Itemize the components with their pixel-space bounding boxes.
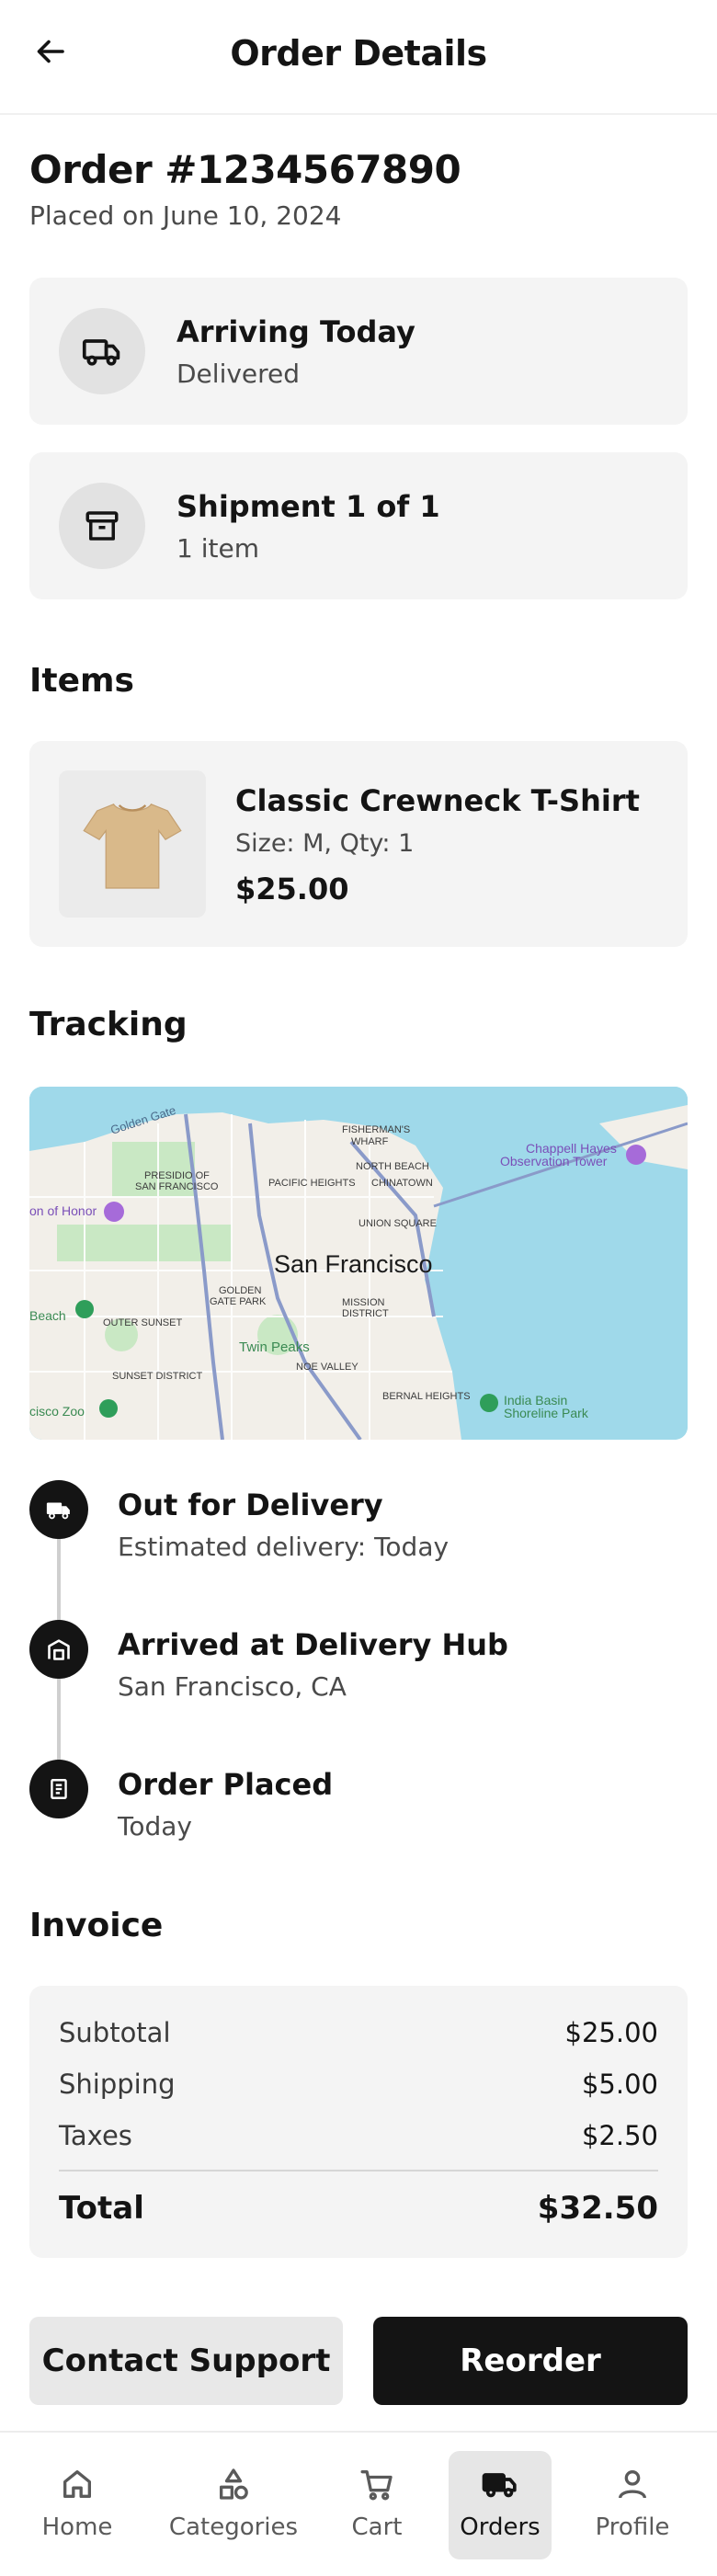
timeline-event-subtitle: Estimated delivery: Today — [118, 1532, 450, 1562]
svg-text:Observation Tower: Observation Tower — [500, 1154, 608, 1168]
product-name: Classic Crewneck T-Shirt — [235, 783, 640, 818]
invoice-card: Subtotal $25.00 Shipping $5.00 Taxes $2.… — [29, 1986, 688, 2258]
invoice-total-label: Total — [59, 2190, 144, 2227]
invoice-label: Taxes — [59, 2120, 132, 2151]
order-item-card[interactable]: Classic Crewneck T-Shirt Size: M, Qty: 1… — [29, 741, 688, 947]
svg-text:BERNAL HEIGHTS: BERNAL HEIGHTS — [382, 1391, 471, 1402]
nav-item-home[interactable]: Home — [26, 2451, 129, 2559]
svg-text:on of Honor: on of Honor — [29, 1203, 97, 1218]
invoice-section-title: Invoice — [29, 1907, 164, 1944]
timeline-dot — [29, 1620, 88, 1679]
map-graphic: Golden Gate FISHERMAN'SWHARF NORTH BEACH… — [29, 1087, 688, 1440]
shipment-subtitle: 1 item — [176, 533, 259, 564]
nav-label-profile: Profile — [595, 2513, 670, 2541]
profile-icon — [619, 2470, 646, 2499]
svg-text:CHINATOWN: CHINATOWN — [371, 1178, 433, 1189]
svg-text:Beach: Beach — [29, 1308, 66, 1323]
svg-text:GOLDEN: GOLDEN — [219, 1285, 262, 1296]
order-date: Placed on June 10, 2024 — [29, 200, 342, 231]
shipment-card: Shipment 1 of 1 1 item — [29, 452, 688, 599]
map-city-label: San Francisco — [274, 1250, 433, 1278]
delivery-status-subtitle: Delivered — [176, 359, 301, 389]
categories-icon — [220, 2468, 248, 2500]
nav-item-profile[interactable]: Profile — [581, 2451, 684, 2559]
reorder-button[interactable]: Reorder — [373, 2317, 688, 2405]
nav-label-categories: Categories — [168, 2513, 299, 2541]
nav-item-categories[interactable]: Categories — [169, 2451, 298, 2559]
svg-text:UNION SQUARE: UNION SQUARE — [358, 1218, 437, 1229]
home-icon — [63, 2470, 92, 2498]
invoice-value: $2.50 — [581, 2120, 658, 2151]
svg-text:SUNSET DISTRICT: SUNSET DISTRICT — [112, 1371, 202, 1382]
app-header: Order Details — [0, 0, 717, 115]
truck-icon — [46, 1502, 70, 1520]
delivery-status-title: Arriving Today — [176, 314, 415, 349]
svg-text:OUTER SUNSET: OUTER SUNSET — [103, 1317, 182, 1328]
svg-text:MISSION: MISSION — [342, 1297, 385, 1308]
archive-box-icon — [85, 511, 119, 541]
page-title: Order Details — [230, 33, 487, 74]
truck-icon-badge — [59, 308, 145, 394]
svg-text:GATE PARK: GATE PARK — [210, 1296, 267, 1307]
svg-text:NORTH BEACH: NORTH BEACH — [356, 1161, 429, 1172]
nav-label-home: Home — [41, 2513, 113, 2541]
timeline-dot — [29, 1480, 88, 1539]
timeline-dot — [29, 1760, 88, 1818]
svg-text:WHARF: WHARF — [351, 1136, 389, 1147]
timeline-connector — [57, 1677, 61, 1765]
invoice-row-subtotal: Subtotal $25.00 — [59, 2017, 658, 2048]
invoice-total-row: Total $32.50 — [59, 2190, 658, 2227]
invoice-label: Subtotal — [59, 2017, 171, 2048]
product-price: $25.00 — [235, 872, 349, 906]
nav-item-orders[interactable]: Orders — [449, 2451, 552, 2559]
items-section-title: Items — [29, 662, 134, 700]
receipt-icon — [51, 1779, 67, 1799]
svg-text:FISHERMAN'S: FISHERMAN'S — [342, 1124, 410, 1135]
contact-support-button[interactable]: Contact Support — [29, 2317, 343, 2405]
warehouse-icon — [48, 1639, 70, 1660]
bottom-navigation: Home Categories Cart Orders Profile — [0, 2431, 717, 2576]
tracking-section-title: Tracking — [29, 1006, 188, 1043]
invoice-row-shipping: Shipping $5.00 — [59, 2069, 658, 2100]
timeline-event-subtitle: San Francisco, CA — [118, 1671, 347, 1702]
invoice-row-taxes: Taxes $2.50 — [59, 2120, 658, 2151]
svg-text:DISTRICT: DISTRICT — [342, 1308, 389, 1319]
delivery-status-card: Arriving Today Delivered — [29, 278, 688, 425]
nav-item-cart[interactable]: Cart — [325, 2451, 428, 2559]
nav-label-orders: Orders — [460, 2513, 541, 2541]
tracking-map[interactable]: Golden Gate FISHERMAN'S WHARF NORTH BEACH… — [29, 1087, 688, 1440]
svg-text:NOE VALLEY: NOE VALLEY — [296, 1362, 358, 1373]
svg-text:Twin Peaks: Twin Peaks — [239, 1339, 310, 1355]
svg-text:cisco Zoo: cisco Zoo — [29, 1404, 85, 1419]
archive-icon-badge — [59, 483, 145, 569]
nav-label-cart: Cart — [351, 2513, 403, 2541]
invoice-total-value: $32.50 — [537, 2190, 658, 2227]
invoice-value: $25.00 — [564, 2017, 658, 2048]
svg-text:Shoreline Park: Shoreline Park — [504, 1406, 589, 1420]
order-number: Order #1234567890 — [29, 147, 461, 192]
svg-text:PRESIDIO OF: PRESIDIO OF — [144, 1170, 210, 1181]
shipment-title: Shipment 1 of 1 — [176, 489, 440, 524]
truck-icon — [82, 339, 120, 366]
timeline-event-subtitle: Today — [118, 1811, 192, 1841]
product-thumbnail — [59, 770, 206, 918]
cart-icon — [360, 2470, 393, 2501]
timeline-event-title: Out for Delivery — [118, 1487, 383, 1522]
tshirt-image — [83, 804, 182, 889]
invoice-divider — [59, 2170, 658, 2171]
svg-text:PACIFIC HEIGHTS: PACIFIC HEIGHTS — [268, 1178, 356, 1189]
truck-icon — [482, 2473, 517, 2498]
timeline-event-title: Order Placed — [118, 1767, 334, 1802]
invoice-value: $5.00 — [581, 2069, 658, 2100]
timeline-connector — [57, 1537, 61, 1625]
timeline-event-title: Arrived at Delivery Hub — [118, 1627, 508, 1662]
svg-text:SAN FRANCISCO: SAN FRANCISCO — [135, 1181, 219, 1192]
product-meta: Size: M, Qty: 1 — [235, 829, 415, 858]
invoice-label: Shipping — [59, 2069, 176, 2100]
